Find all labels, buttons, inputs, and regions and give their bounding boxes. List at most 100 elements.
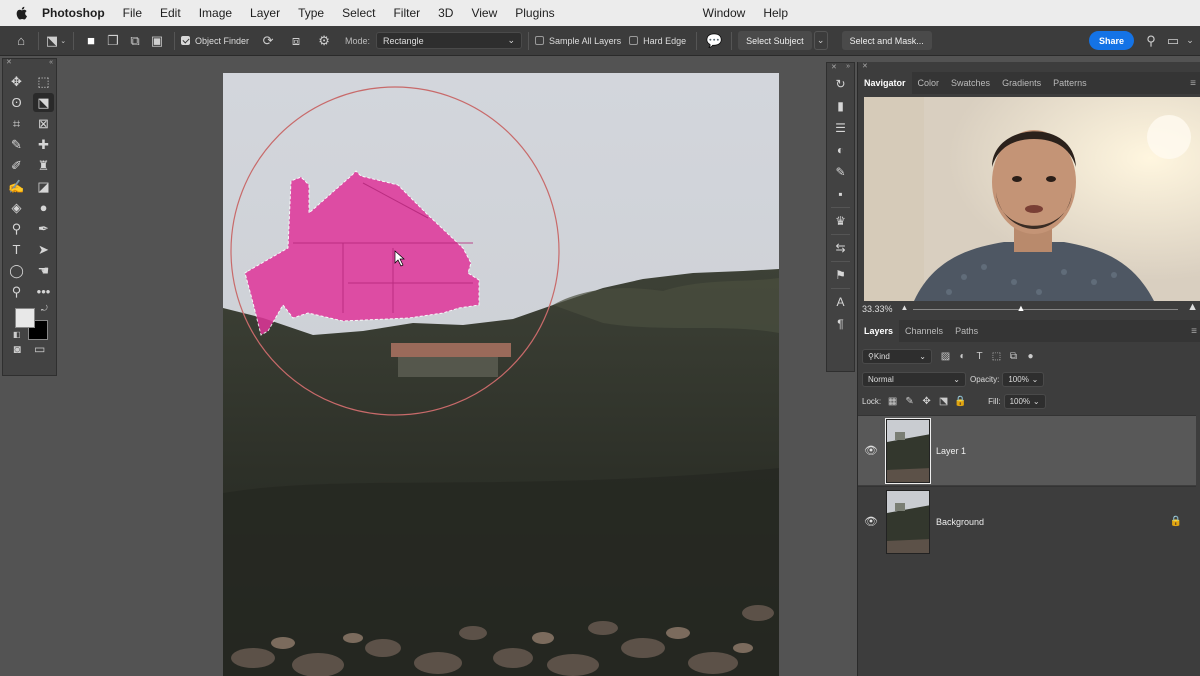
actions-icon[interactable]: ▮	[827, 95, 854, 117]
ellipse-tool-icon[interactable]: ◯	[3, 260, 30, 281]
new-selection-icon[interactable]: ■	[80, 30, 102, 52]
panel-close-icon[interactable]: ✕	[858, 62, 1200, 72]
tab-patterns[interactable]: Patterns	[1047, 72, 1093, 94]
close-panel-icon[interactable]: ✕	[6, 59, 12, 67]
dock-close-icon[interactable]: ✕	[831, 63, 837, 73]
menu-file[interactable]: File	[123, 6, 142, 20]
layer-name[interactable]: Layer 1	[936, 446, 1196, 456]
hard-edge-check[interactable]	[629, 36, 639, 45]
add-to-selection-icon[interactable]: ❐	[102, 30, 124, 52]
menu-3d[interactable]: 3D	[438, 6, 453, 20]
brushes-icon[interactable]: ✎	[827, 161, 854, 183]
history-icon[interactable]: ↻	[827, 73, 854, 95]
screen-mode-icon[interactable]: ▭	[34, 342, 45, 356]
select-subject-menu-chevron-icon[interactable]: ⌄	[813, 31, 828, 50]
layer-lock-icon[interactable]: 🔒	[1170, 516, 1182, 527]
zoom-in-icon[interactable]: ▲	[1187, 301, 1198, 313]
layer-row-background[interactable]: 👁 Background 🔒	[858, 486, 1196, 556]
hard-edge-checkbox[interactable]: Hard Edge	[629, 36, 686, 46]
filter-adjustment-icon[interactable]: ◐	[957, 351, 968, 362]
marquee-tool-icon[interactable]: ⬚	[30, 71, 57, 92]
crop-tool-icon[interactable]: ⌗	[3, 113, 30, 134]
tab-navigator[interactable]: Navigator	[858, 72, 912, 94]
zoom-value[interactable]: 33.33%	[862, 304, 893, 314]
menu-window[interactable]: Window	[703, 6, 746, 20]
properties-icon[interactable]: ⇆	[827, 237, 854, 259]
tab-gradients[interactable]: Gradients	[996, 72, 1047, 94]
settings-gear-icon[interactable]: ⚙	[313, 30, 335, 52]
brush-tool-icon[interactable]: ✐	[3, 155, 30, 176]
tab-channels[interactable]: Channels	[899, 320, 949, 342]
lock-transparent-icon[interactable]: ▦	[887, 396, 898, 407]
search-icon[interactable]: ⚲	[1140, 30, 1162, 52]
panel-menu-icon[interactable]: ≡	[1190, 78, 1196, 89]
sample-all-layers-check[interactable]	[535, 36, 545, 45]
history-brush-tool-icon[interactable]: ✍	[3, 176, 30, 197]
color-wheel-icon[interactable]: ◐	[827, 139, 854, 161]
menu-select[interactable]: Select	[342, 6, 375, 20]
menu-plugins[interactable]: Plugins	[515, 6, 554, 20]
feedback-icon[interactable]: 💬	[703, 30, 725, 52]
eyedropper-tool-icon[interactable]: ✎	[3, 134, 30, 155]
filter-shape-icon[interactable]: ⬚	[991, 351, 1002, 362]
tab-paths[interactable]: Paths	[949, 320, 984, 342]
learn-icon[interactable]: ⚑	[827, 264, 854, 286]
select-and-mask-button[interactable]: Select and Mask...	[841, 31, 932, 50]
menu-type[interactable]: Type	[298, 6, 324, 20]
menu-help[interactable]: Help	[763, 6, 788, 20]
menu-layer[interactable]: Layer	[250, 6, 280, 20]
lock-position-icon[interactable]: ✥	[921, 396, 932, 407]
frame-tool-icon[interactable]: ⊠	[30, 113, 57, 134]
dodge-tool-icon[interactable]: ⚲	[3, 218, 30, 239]
workspace-chevron-icon[interactable]: ⌄	[1184, 30, 1196, 52]
default-colors-icon[interactable]: ◧	[13, 330, 21, 339]
object-selection-tool-icon[interactable]: ⬔	[33, 93, 54, 112]
eraser-tool-icon[interactable]: ◪	[30, 176, 57, 197]
blend-mode-dropdown[interactable]: Normal ⌄	[862, 372, 966, 387]
opacity-field[interactable]: 100% ⌄	[1002, 372, 1045, 387]
zoom-out-icon[interactable]: ▲	[901, 303, 909, 312]
home-icon[interactable]: ⌂	[10, 30, 32, 52]
show-all-objects-icon[interactable]: ⧈	[285, 30, 307, 52]
menu-image[interactable]: Image	[199, 6, 232, 20]
more-tools-icon[interactable]: •••	[30, 281, 57, 302]
zoom-slider-thumb[interactable]: ▲	[1017, 303, 1026, 313]
mode-dropdown[interactable]: Rectangle ⌄	[376, 32, 523, 49]
quick-mask-icon[interactable]: ◙	[14, 342, 21, 356]
filter-kind-dropdown[interactable]: ⚲Kind ⌄	[862, 349, 932, 364]
object-finder-check[interactable]	[181, 36, 190, 45]
filter-smart-object-icon[interactable]: ⧉	[1008, 351, 1019, 362]
tab-layers[interactable]: Layers	[858, 320, 900, 342]
blur-tool-icon[interactable]: ●	[30, 197, 57, 218]
document-canvas[interactable]	[223, 73, 779, 676]
hand-tool-icon[interactable]: ☚	[30, 260, 57, 281]
menu-view[interactable]: View	[471, 6, 497, 20]
navigator-preview[interactable]	[864, 97, 1200, 301]
filter-pixel-icon[interactable]: ▨	[940, 351, 951, 362]
character-icon[interactable]: A	[827, 291, 854, 313]
libraries-icon[interactable]: ♛	[827, 210, 854, 232]
subtract-from-selection-icon[interactable]: ⧉	[124, 30, 146, 52]
pen-tool-icon[interactable]: ✒	[30, 218, 57, 239]
zoom-slider[interactable]: ▲ ▲ ▲	[901, 301, 1198, 315]
workspace-icon[interactable]: ▭	[1162, 30, 1184, 52]
layer-row-layer-1[interactable]: 👁 Layer 1	[858, 415, 1196, 485]
apple-menu-icon[interactable]	[14, 5, 30, 21]
fill-field[interactable]: 100% ⌄	[1003, 394, 1046, 409]
path-selection-tool-icon[interactable]: ➤	[30, 239, 57, 260]
filter-type-icon[interactable]: T	[974, 351, 985, 362]
layers-menu-icon[interactable]: ≡	[1191, 326, 1197, 337]
layer-name[interactable]: Background	[936, 517, 1170, 527]
zoom-tool-icon[interactable]: ⚲	[3, 281, 30, 302]
lock-artboard-icon[interactable]: ⬔	[938, 396, 949, 407]
intersect-selection-icon[interactable]: ▣	[146, 30, 168, 52]
dock-expand-icon[interactable]: »	[846, 63, 850, 73]
paragraph-icon[interactable]: ¶	[827, 313, 854, 335]
select-subject-button[interactable]: Select Subject	[738, 31, 812, 50]
tab-swatches[interactable]: Swatches	[945, 72, 996, 94]
menu-edit[interactable]: Edit	[160, 6, 181, 20]
filter-toggle-icon[interactable]: ●	[1025, 351, 1036, 362]
sample-all-layers-checkbox[interactable]: Sample All Layers	[535, 36, 621, 46]
visibility-eye-icon[interactable]: 👁	[858, 444, 884, 457]
object-finder-checkbox[interactable]: Object Finder	[181, 36, 249, 46]
